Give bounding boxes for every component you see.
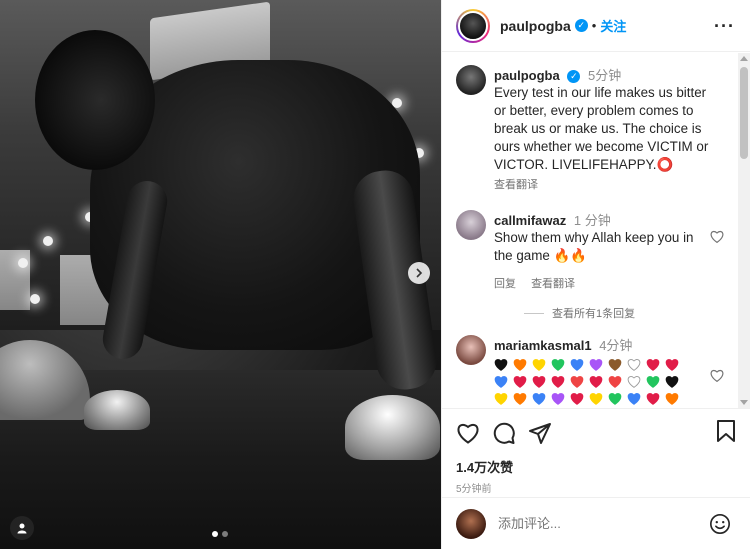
scroll-down-icon[interactable] xyxy=(740,400,748,405)
next-image-button[interactable] xyxy=(408,262,430,284)
heart-emoji-icon xyxy=(513,358,527,371)
post-photo[interactable] xyxy=(0,0,441,549)
like-icon[interactable] xyxy=(456,422,480,444)
heart-emoji-icon xyxy=(646,392,660,405)
comment-item: callmifawaz 1 分钟 Show them why Allah kee… xyxy=(456,210,724,291)
heart-emoji-icon xyxy=(551,358,565,371)
comment-avatar[interactable] xyxy=(456,210,486,240)
comment-username[interactable]: mariamkasmal1 xyxy=(494,338,592,353)
comment-icon[interactable] xyxy=(492,421,516,445)
heart-emoji-icon xyxy=(665,375,679,388)
user-icon xyxy=(17,523,27,534)
like-comment-icon[interactable] xyxy=(710,230,724,243)
post-details-panel: paulpogba ✓ • 关注 ··· paulpogba ✓ 5分钟 Eve… xyxy=(441,0,750,549)
divider xyxy=(524,312,544,314)
avatar xyxy=(458,10,488,41)
add-comment-bar xyxy=(442,497,750,549)
scrollbar-thumb[interactable] xyxy=(740,67,748,159)
heart-emoji-icon xyxy=(532,358,546,371)
tagged-users-button[interactable] xyxy=(10,516,34,540)
view-replies-label: 查看所有1条回复 xyxy=(552,308,636,320)
follow-button[interactable]: 关注 xyxy=(600,16,626,35)
post-header: paulpogba ✓ • 关注 ··· xyxy=(442,0,750,52)
current-user-avatar xyxy=(456,508,486,539)
photo-person-head xyxy=(35,30,155,170)
heart-emoji-icon xyxy=(532,375,546,388)
heart-emoji-icon xyxy=(532,392,546,405)
caption-translate-button[interactable]: 查看翻译 xyxy=(494,179,538,191)
comments-scrollbar[interactable] xyxy=(738,53,750,408)
post-actions: 1.4万次赞 5分钟前 xyxy=(442,408,750,498)
heart-emoji-icon xyxy=(513,375,527,388)
heart-emoji-icon xyxy=(589,392,603,405)
author-username[interactable]: paulpogba xyxy=(500,18,571,34)
heart-emoji-icon xyxy=(627,375,641,388)
photo-light xyxy=(18,258,28,268)
share-icon[interactable] xyxy=(528,421,552,445)
heart-emoji-icon xyxy=(570,392,584,405)
heart-emoji-icon xyxy=(608,375,622,388)
comment-emoji-hearts xyxy=(494,358,714,408)
emoji-icon[interactable] xyxy=(709,513,731,535)
heart-emoji-icon xyxy=(589,375,603,388)
photo-bosu-ball xyxy=(0,340,90,420)
caption-avatar[interactable] xyxy=(456,65,486,95)
photo-pushup-grip xyxy=(345,395,440,460)
like-comment-icon[interactable] xyxy=(710,369,724,382)
comments-list[interactable]: paulpogba ✓ 5分钟 Every test in our life m… xyxy=(442,53,738,408)
caption-username[interactable]: paulpogba xyxy=(494,68,560,83)
heart-emoji-icon xyxy=(665,358,679,371)
heart-emoji-icon xyxy=(551,392,565,405)
comment-username[interactable]: callmifawaz xyxy=(494,213,566,228)
heart-emoji-icon xyxy=(494,392,508,405)
scroll-up-icon[interactable] xyxy=(740,56,748,61)
verified-badge-icon: ✓ xyxy=(574,19,588,32)
heart-emoji-icon xyxy=(513,392,527,405)
comment-input[interactable] xyxy=(498,516,737,531)
heart-emoji-icon xyxy=(551,375,565,388)
heart-emoji-icon xyxy=(665,392,679,405)
bookmark-icon[interactable] xyxy=(715,419,737,443)
comment-time[interactable]: 1 分钟 xyxy=(574,213,611,228)
photo-light xyxy=(30,294,40,304)
caption: paulpogba ✓ 5分钟 Every test in our life m… xyxy=(456,65,724,192)
comment-translate-button[interactable]: 查看翻译 xyxy=(531,278,575,290)
heart-emoji-icon xyxy=(494,358,508,371)
post-timestamp[interactable]: 5分钟前 xyxy=(456,480,737,495)
heart-emoji-icon xyxy=(494,375,508,388)
caption-text: Every test in our life makes us bitter o… xyxy=(494,85,709,172)
carousel-indicator xyxy=(212,531,228,537)
heart-emoji-icon xyxy=(570,358,584,371)
more-options-button[interactable]: ··· xyxy=(714,16,735,37)
comment-item: mariamkasmal1 4分钟 xyxy=(456,335,724,408)
heart-emoji-icon xyxy=(608,358,622,371)
author-avatar[interactable] xyxy=(456,8,490,43)
heart-emoji-icon xyxy=(646,375,660,388)
likes-count[interactable]: 1.4万次赞 xyxy=(456,457,737,476)
heart-emoji-icon xyxy=(589,358,603,371)
heart-emoji-icon xyxy=(627,392,641,405)
separator: • xyxy=(591,18,597,33)
comment-text: Show them why Allah keep you in the game… xyxy=(494,230,694,263)
heart-emoji-icon xyxy=(627,358,641,371)
carousel-dot xyxy=(222,531,228,537)
heart-emoji-icon xyxy=(608,392,622,405)
heart-emoji-icon xyxy=(646,358,660,371)
caption-time[interactable]: 5分钟 xyxy=(588,68,621,83)
photo-light xyxy=(43,236,53,246)
comment-avatar[interactable] xyxy=(456,335,486,365)
heart-emoji-icon xyxy=(570,375,584,388)
comment-time[interactable]: 4分钟 xyxy=(599,338,632,353)
chevron-right-icon xyxy=(416,268,423,278)
view-replies-button[interactable]: 查看所有1条回复 xyxy=(524,305,724,321)
photo-pushup-grip xyxy=(84,390,150,430)
carousel-dot xyxy=(212,531,218,537)
reply-button[interactable]: 回复 xyxy=(494,278,516,290)
verified-badge-icon: ✓ xyxy=(567,70,581,84)
